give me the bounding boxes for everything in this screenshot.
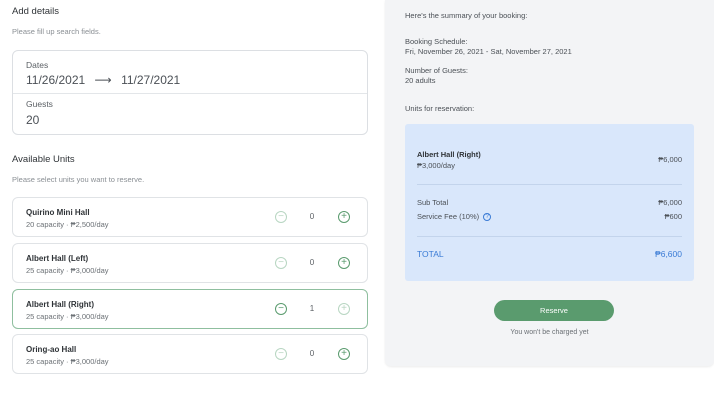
unit-card-oring-ao-hall: Oring-ao Hall 25 capacity · ₱3,000/day −… (12, 334, 368, 374)
unit-card-quirino-mini-hall: Quirino Mini Hall 20 capacity · ₱2,500/d… (12, 197, 368, 237)
dates-label: Dates (26, 60, 49, 70)
booking-summary-panel: Here's the summary of your booking: Book… (385, 0, 714, 366)
available-units-title: Available Units (12, 154, 75, 165)
reservation-breakdown: Albert Hall (Right) ₱3,000/day ₱6,000 Su… (405, 124, 694, 281)
check-out-date[interactable]: 11/27/2021 (121, 73, 180, 87)
unit-meta: 25 capacity · ₱3,000/day (26, 266, 109, 275)
dates-field[interactable]: 11/26/2021 ⟶ 11/27/2021 (26, 73, 180, 87)
guest-count-label: Number of Guests: (405, 66, 468, 75)
unit-quantity: 0 (309, 212, 315, 221)
add-details-subtitle: Please fill up search fields. (12, 27, 101, 36)
check-in-date[interactable]: 11/26/2021 (26, 73, 85, 87)
decrement-button[interactable]: − (275, 211, 287, 223)
add-details-title: Add details (12, 6, 60, 17)
booking-details-panel: Add details Please fill up search fields… (12, 0, 368, 394)
unit-card-albert-hall-left: Albert Hall (Left) 25 capacity · ₱3,000/… (12, 243, 368, 283)
service-fee-label: Service Fee (10%) (417, 212, 480, 221)
reserved-unit-name: Albert Hall (Right) (417, 150, 481, 159)
charge-note: You won't be charged yet (510, 329, 589, 336)
search-fields: Dates 11/26/2021 ⟶ 11/27/2021 Guests 20 (12, 50, 368, 135)
service-fee-row: Service Fee (10%) ? (417, 212, 492, 222)
increment-button[interactable]: + (338, 348, 350, 360)
unit-name: Albert Hall (Left) (26, 254, 89, 263)
reserved-unit-rate: ₱3,000/day (417, 161, 455, 170)
increment-button[interactable]: + (338, 257, 350, 269)
unit-meta: 25 capacity · ₱3,000/day (26, 312, 109, 321)
increment-button[interactable]: + (338, 211, 350, 223)
unit-quantity: 0 (309, 258, 315, 267)
field-divider (13, 93, 367, 94)
unit-quantity: 1 (309, 304, 315, 313)
guests-label: Guests (26, 99, 53, 109)
units-for-reservation-label: Units for reservation: (405, 104, 475, 113)
unit-name: Albert Hall (Right) (26, 300, 94, 309)
reserve-button[interactable]: Reserve (494, 300, 614, 321)
total-label: TOTAL (417, 249, 444, 259)
subtotal-label: Sub Total (417, 198, 449, 207)
decrement-button[interactable]: − (275, 257, 287, 269)
subtotal-value: ₱6,000 (658, 198, 682, 207)
total-value: ₱6,600 (655, 249, 682, 259)
unit-name: Oring-ao Hall (26, 345, 77, 354)
summary-intro: Here's the summary of your booking: (405, 11, 528, 20)
breakdown-divider (417, 184, 682, 185)
decrement-button[interactable]: − (275, 303, 287, 315)
guests-field[interactable]: 20 (26, 113, 39, 127)
unit-name: Quirino Mini Hall (26, 208, 90, 217)
schedule-label: Booking Schedule: (405, 37, 468, 46)
available-units-subtitle: Please select units you want to reserve. (12, 175, 145, 184)
reserved-unit-price: ₱6,000 (658, 155, 682, 164)
service-fee-value: ₱600 (664, 212, 682, 221)
total-divider (417, 236, 682, 237)
unit-meta: 20 capacity · ₱2,500/day (26, 220, 109, 229)
decrement-button[interactable]: − (275, 348, 287, 360)
help-icon[interactable]: ? (483, 213, 492, 222)
unit-card-albert-hall-right: Albert Hall (Right) 25 capacity · ₱3,000… (12, 289, 368, 329)
unit-quantity: 0 (309, 349, 315, 358)
increment-button[interactable]: + (338, 303, 350, 315)
unit-meta: 25 capacity · ₱3,000/day (26, 357, 109, 366)
guest-count-value: 20 adults (405, 76, 436, 85)
arrow-right-icon: ⟶ (94, 73, 112, 87)
schedule-value: Fri, November 26, 2021 - Sat, November 2… (405, 47, 572, 56)
